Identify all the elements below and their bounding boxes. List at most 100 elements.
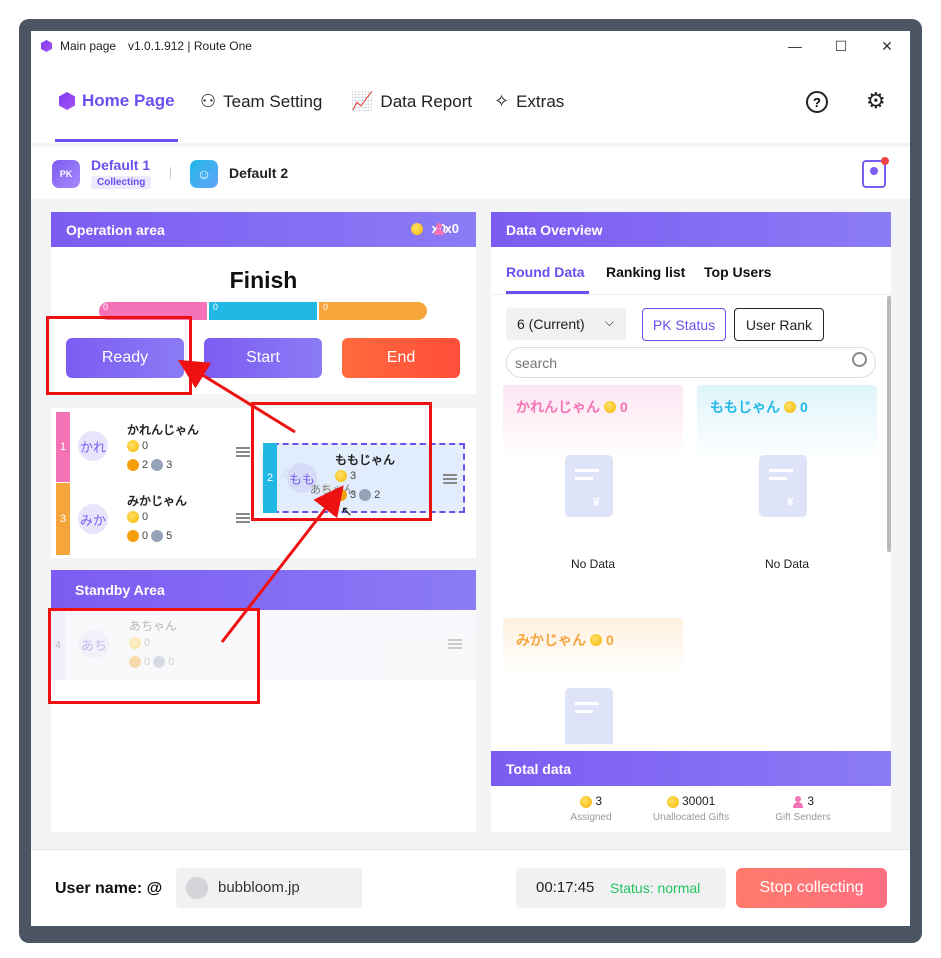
team-medals: 23 [127, 459, 172, 471]
team-coins-value: 0 [142, 511, 149, 523]
close-button[interactable]: ✕ [864, 31, 910, 61]
gift-card-title: みかじゃん 0 [516, 630, 614, 650]
assigned-label: Assigned [570, 812, 612, 823]
unallocated-value: 30001 [681, 794, 716, 808]
coin-icon [666, 795, 679, 808]
avatar: かれ [78, 431, 108, 461]
end-button[interactable]: End [342, 338, 460, 378]
team-coins: 0 [127, 511, 148, 523]
stop-collecting-button[interactable]: Stop collecting [736, 868, 887, 908]
nav-data-report[interactable]: 📈 Data Report [351, 91, 472, 112]
assigned-stat: 3 Assigned [559, 794, 623, 823]
start-button[interactable]: Start [204, 338, 322, 378]
unallocated-label: Unallocated Gifts [652, 812, 730, 823]
status-panel: 00:17:45 Status: normal [516, 868, 726, 908]
team-number: 3 [56, 483, 70, 555]
total-data-header: Total data [491, 751, 891, 786]
pk-profile-icon: PK [52, 160, 80, 188]
progress-bar-team2: 0 [209, 302, 317, 320]
gift-card-title: ももじゃん 0 [710, 397, 808, 417]
user-rank-button[interactable]: User Rank [734, 308, 824, 341]
silver-medal-icon [151, 459, 164, 471]
profile-default-2[interactable]: Default 2 [229, 165, 288, 181]
hexagon-icon [59, 92, 75, 110]
empty-receipt-icon: ¥ [759, 455, 815, 525]
gift-card-coins: 0 [800, 399, 808, 415]
status-text: Status: normal [610, 880, 701, 896]
drag-handle-icon[interactable] [448, 639, 462, 649]
standby-area-title: Standby Area [75, 582, 165, 598]
app-window: Main page v1.0.1.912 | Route One — ☐ ✕ H… [31, 31, 910, 926]
team-card[interactable]: 1 かれ かれんじゃん 0 23 [56, 412, 256, 482]
drag-handle-icon[interactable] [236, 447, 250, 457]
tab-round-data[interactable]: Round Data [506, 264, 585, 280]
team-coins-value: 0 [142, 440, 149, 452]
gift-card-coins: 0 [620, 399, 628, 415]
standby-area-header: Standby Area [51, 570, 476, 610]
senders-stat: 3 Gift Senders [753, 794, 853, 823]
gold-value: 0 [142, 530, 149, 542]
person-icon [433, 223, 445, 235]
window-version: v1.0.1.912 | Route One [128, 39, 252, 53]
tab-top-users[interactable]: Top Users [704, 264, 771, 280]
round-status: Finish [229, 267, 298, 293]
person-icon [792, 795, 804, 808]
team-card[interactable]: 3 みか みかじゃん 0 05 [56, 483, 256, 555]
tab-divider [491, 294, 891, 295]
progress-bar-team3: 0 [319, 302, 427, 320]
profile-divider [170, 167, 171, 179]
minimize-button[interactable]: — [772, 31, 818, 61]
silver-value: 5 [166, 530, 173, 542]
pk-icon-text: PK [59, 169, 73, 179]
help-icon[interactable]: ? [806, 91, 828, 113]
gift-card-name: かれんじゃん [516, 399, 600, 415]
assigned-value: 3 [595, 794, 603, 808]
gift-card-name: ももじゃん [710, 399, 780, 415]
drag-handle-icon[interactable] [443, 474, 457, 484]
team-coins: 0 [127, 440, 148, 452]
profile-bar: PK Default 1 Collecting ☺ Default 2 [31, 147, 910, 199]
notification-dot [881, 157, 889, 165]
senders-value: 3 [807, 794, 815, 808]
drag-handle-icon[interactable] [236, 513, 250, 523]
gift-card-name: みかじゃん [516, 632, 586, 648]
coin-icon [127, 511, 139, 523]
operation-area-header: Operation area x0 x0 [51, 212, 476, 247]
data-overview-header: Data Overview [491, 212, 891, 247]
nav-extras-label: Extras [516, 91, 565, 111]
team-medals: 05 [127, 530, 172, 542]
nav-home-label: Home Page [82, 91, 175, 110]
total-data: Total data 3 Assigned 30001 Unallocated … [491, 751, 891, 832]
pk-status-button[interactable]: PK Status [642, 308, 726, 341]
username-value: bubbloom.jp [218, 879, 300, 896]
empty-receipt-icon [565, 688, 621, 744]
gift-card-coins: 0 [606, 632, 614, 648]
scrollbar[interactable] [887, 296, 891, 552]
tab-ranking-list[interactable]: Ranking list [606, 264, 685, 280]
data-overview-title: Data Overview [506, 221, 603, 238]
round-select[interactable]: 6 (Current) ⌵ [506, 308, 626, 340]
profile-default-1[interactable]: Default 1 [91, 157, 150, 173]
team-name: みかじゃん [127, 494, 188, 508]
annotation-box-ready [46, 316, 192, 395]
maximize-button[interactable]: ☐ [818, 31, 864, 61]
main-nav: Home Page ⚇ Team Setting 📈 Data Report ✧… [31, 61, 910, 143]
nav-team-setting[interactable]: ⚇ Team Setting [200, 91, 322, 112]
footer-bar: User name: @ bubbloom.jp 00:17:45 Status… [31, 849, 910, 926]
nav-home[interactable]: Home Page [59, 91, 175, 111]
data-overview: Data Overview Round Data Ranking list To… [491, 212, 891, 832]
gift-card-title: かれんじゃん 0 [516, 397, 628, 417]
user-avatar [184, 875, 210, 901]
contacts-icon[interactable] [862, 157, 889, 188]
users-gear-icon: ⚇ [200, 91, 217, 111]
chevron-down-icon: ⌵ [604, 315, 614, 329]
search-icon[interactable] [852, 352, 867, 367]
team-number: 1 [56, 412, 70, 482]
gold-value: 2 [142, 459, 149, 471]
nav-extras[interactable]: ✧ Extras [494, 91, 564, 112]
search-input[interactable] [515, 353, 835, 373]
username-field[interactable]: bubbloom.jp [176, 868, 362, 908]
title-bar: Main page v1.0.1.912 | Route One — ☐ ✕ [31, 31, 910, 61]
chart-icon: 📈 [351, 91, 374, 111]
settings-icon[interactable]: ⚙ [866, 88, 886, 114]
